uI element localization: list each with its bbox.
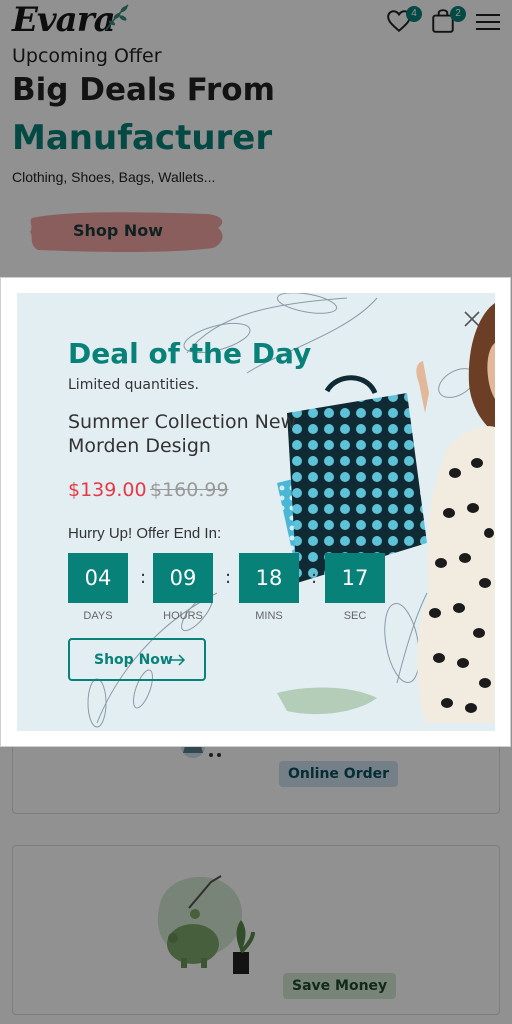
modal-shop-now-label: Shop Now [94,652,173,668]
countdown-days-label: DAYS [83,610,113,622]
countdown-mins-label: MINS [255,610,283,622]
deal-description: Summer Collection New Morden Design [68,411,297,457]
countdown-separator: : [311,567,318,588]
countdown-sec-value: 17 [325,553,385,603]
countdown-mins-value: 18 [239,553,299,603]
arrow-right-icon [171,654,186,666]
deal-subtitle: Limited quantities. [68,377,199,393]
countdown-separator: : [225,567,232,588]
countdown-separator: : [140,567,147,588]
modal-shop-now-button[interactable]: Shop Now [68,638,206,681]
deal-title: Deal of the Day [68,337,312,370]
model-woman-image [416,303,495,723]
countdown-hours-value: 09 [153,553,213,603]
deal-of-the-day-modal: Deal of the Day Limited quantities. Summ… [0,277,511,747]
sale-price: $139.00 [68,479,147,501]
countdown-sec-label: SEC [343,610,367,622]
modal-content: Deal of the Day Limited quantities. Summ… [17,293,495,731]
original-price: $160.99 [150,479,229,501]
close-modal-button[interactable] [460,307,484,331]
close-icon [464,311,480,327]
countdown-days-value: 04 [68,553,128,603]
countdown-heading: Hurry Up! Offer End In: [68,525,222,542]
countdown-hours-label: HOURS [163,610,203,622]
